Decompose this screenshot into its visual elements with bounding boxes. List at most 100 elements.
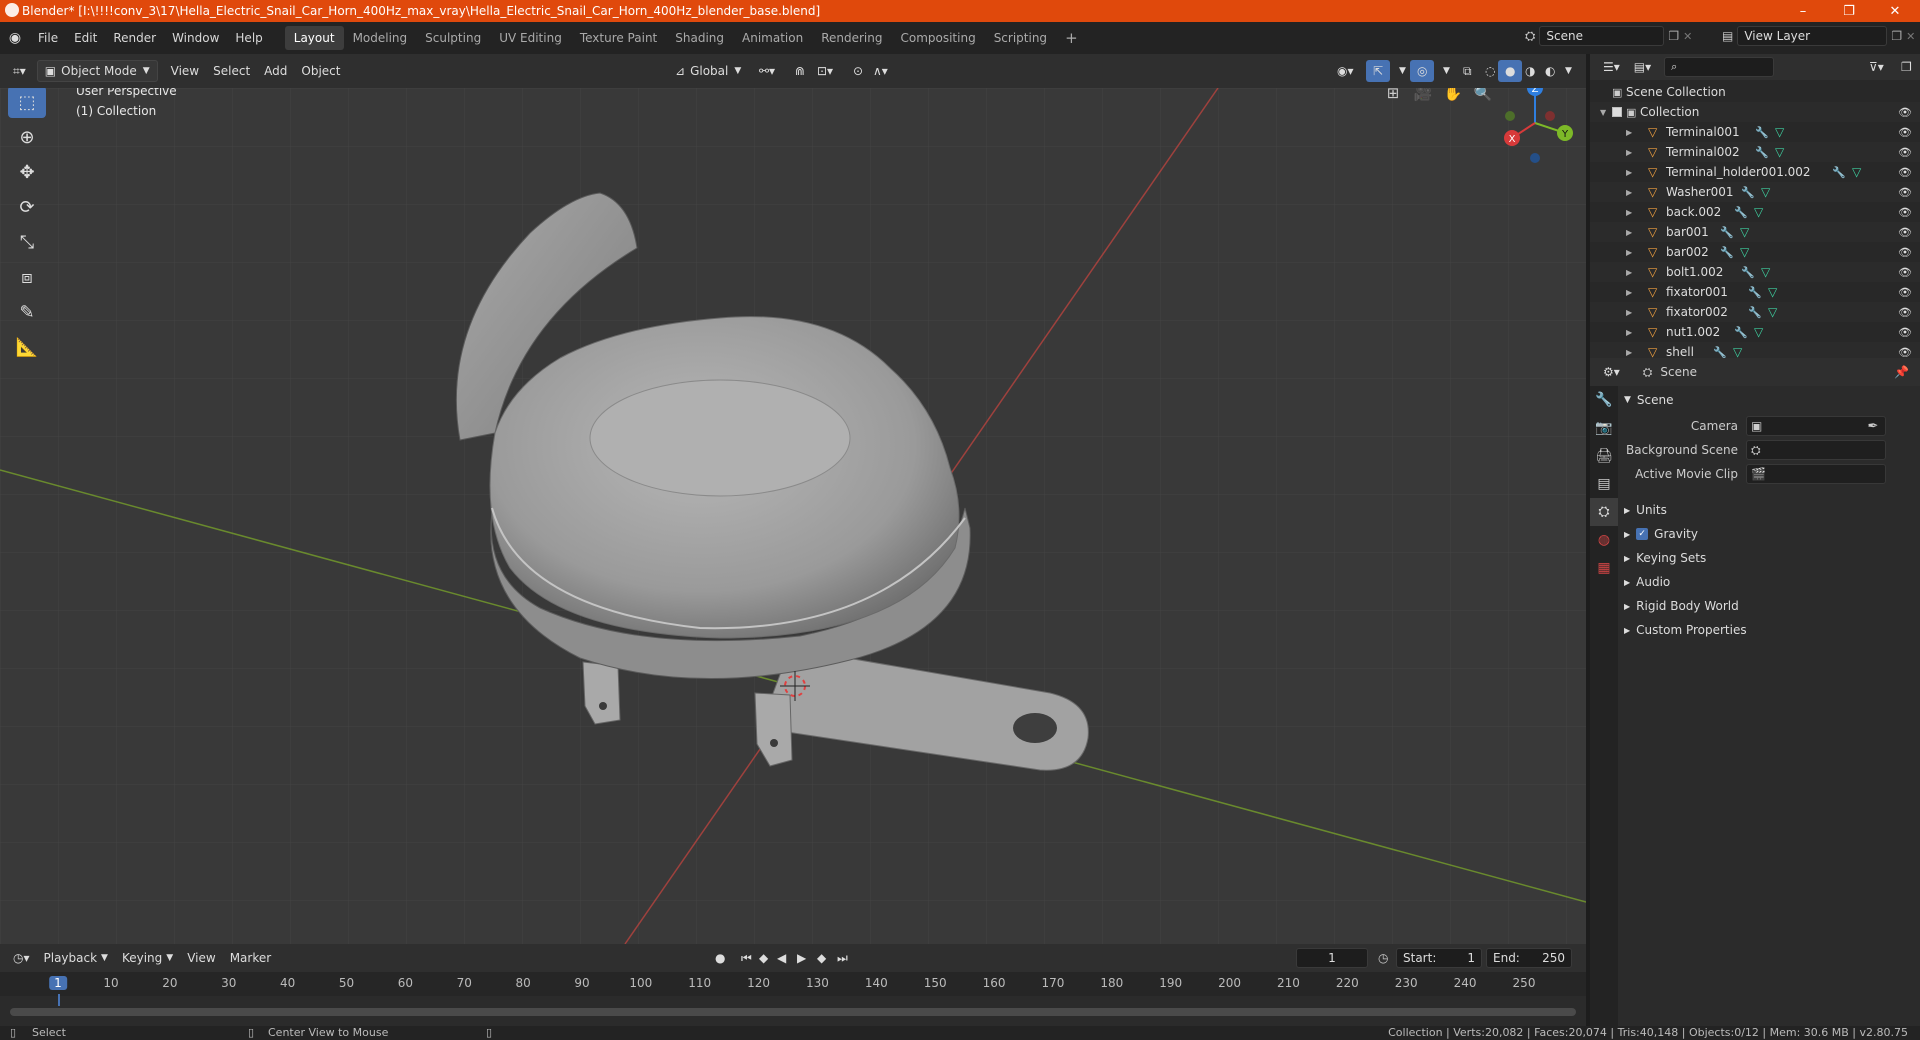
add-workspace-button[interactable]: +: [1056, 26, 1087, 50]
eye-icon[interactable]: 👁: [1898, 186, 1912, 199]
mode-dropdown[interactable]: ▣ Object Mode ▼: [36, 60, 158, 82]
eye-icon[interactable]: 👁: [1898, 126, 1912, 139]
mesh-data-icon[interactable]: ▽: [1754, 205, 1763, 219]
exclude-checkbox[interactable]: [1612, 107, 1622, 117]
units-panel[interactable]: ▶ Units: [1618, 498, 1920, 522]
modifier-icon[interactable]: 🔧: [1741, 186, 1755, 199]
rotate-tool-icon[interactable]: ⟳: [8, 191, 46, 223]
grid-view-icon[interactable]: ⊞: [1380, 88, 1406, 106]
movie-clip-field[interactable]: 🎬: [1746, 464, 1886, 484]
outliner-item[interactable]: ▶ ▽ Terminal_holder001.002 🔧 ▽ 👁: [1590, 162, 1920, 182]
outliner-search-input[interactable]: ⌕: [1664, 57, 1775, 77]
visibility-icon[interactable]: ◉▾: [1330, 60, 1361, 82]
new-view-layer-icon[interactable]: ❐: [1891, 29, 1902, 43]
outliner-item[interactable]: ▶ ▽ fixator001 🔧 ▽ 👁: [1590, 282, 1920, 302]
outliner-item[interactable]: ▶ ▽ nut1.002 🔧 ▽ 👁: [1590, 322, 1920, 342]
menu-select[interactable]: Select: [206, 60, 257, 82]
menu-window[interactable]: Window: [164, 26, 227, 50]
xray-icon[interactable]: ⧉: [1456, 60, 1479, 82]
modifier-icon[interactable]: 🔧: [1748, 286, 1762, 299]
overlay-toggle-icon[interactable]: ◎: [1410, 60, 1435, 82]
render-tab-icon[interactable]: 📷: [1590, 414, 1618, 442]
chevron-right-icon[interactable]: ▶: [1626, 168, 1632, 177]
new-scene-icon[interactable]: ❐: [1668, 29, 1679, 43]
menu-help[interactable]: Help: [227, 26, 270, 50]
chevron-right-icon[interactable]: ▶: [1626, 188, 1632, 197]
chevron-right-icon[interactable]: ▶: [1626, 128, 1632, 137]
chevron-right-icon[interactable]: ▶: [1626, 288, 1632, 297]
outliner-collection[interactable]: ▼ ▣ Collection 👁: [1590, 102, 1920, 122]
chevron-right-icon[interactable]: ▶: [1626, 148, 1632, 157]
close-button[interactable]: ✕: [1872, 0, 1918, 22]
modifier-icon[interactable]: 🔧: [1713, 346, 1727, 359]
eye-icon[interactable]: 👁: [1898, 286, 1912, 299]
tab-compositing[interactable]: Compositing: [891, 26, 984, 50]
scale-tool-icon[interactable]: ⤡: [8, 226, 46, 258]
outliner-item[interactable]: ▶ ▽ Washer001 🔧 ▽ 👁: [1590, 182, 1920, 202]
tool-tab-icon[interactable]: 🔧: [1590, 386, 1618, 414]
clock-icon[interactable]: ◷: [1378, 951, 1388, 965]
delete-scene-icon[interactable]: ✕: [1683, 30, 1692, 43]
view-layer-icon[interactable]: ▤: [1722, 29, 1733, 43]
gravity-panel[interactable]: ▶ ✓ Gravity: [1618, 522, 1920, 546]
filter-icon[interactable]: ⊽▾: [1862, 56, 1891, 78]
audio-panel[interactable]: ▶ Audio: [1618, 570, 1920, 594]
modifier-icon[interactable]: 🔧: [1741, 266, 1755, 279]
overlay-dropdown-icon[interactable]: ▼: [1436, 60, 1457, 82]
tab-texture-paint[interactable]: Texture Paint: [571, 26, 666, 50]
modifier-icon[interactable]: 🔧: [1755, 146, 1769, 159]
scene-tab-icon[interactable]: ⛭: [1590, 498, 1618, 526]
tab-sculpting[interactable]: Sculpting: [416, 26, 490, 50]
timeline-view-menu[interactable]: View: [180, 947, 222, 969]
view-layer-tab-icon[interactable]: ▤: [1590, 470, 1618, 498]
outliner-editor-type-icon[interactable]: ☰▾: [1596, 56, 1627, 78]
eye-icon[interactable]: 👁: [1898, 166, 1912, 179]
pivot-icon[interactable]: ⚯▾: [752, 60, 782, 82]
eyedropper-icon[interactable]: ✒: [1862, 415, 1884, 437]
menu-object[interactable]: Object: [294, 60, 347, 82]
cursor-tool-icon[interactable]: ⊕: [8, 121, 46, 153]
new-collection-icon[interactable]: ❐: [1894, 56, 1919, 78]
chevron-right-icon[interactable]: ▶: [1626, 228, 1632, 237]
falloff-icon[interactable]: ∧▾: [866, 60, 895, 82]
eye-icon[interactable]: 👁: [1898, 326, 1912, 339]
select-box-tool-icon[interactable]: ⬚: [8, 88, 46, 118]
mesh-data-icon[interactable]: ▽: [1733, 345, 1742, 359]
rigid-body-world-panel[interactable]: ▶ Rigid Body World: [1618, 594, 1920, 618]
output-tab-icon[interactable]: 🖨: [1590, 442, 1618, 470]
snap-target-icon[interactable]: ⊡▾: [810, 60, 840, 82]
pin-icon[interactable]: 📌: [1894, 365, 1909, 379]
blender-menu-icon[interactable]: ◉: [0, 30, 30, 46]
delete-view-layer-icon[interactable]: ✕: [1906, 30, 1915, 43]
timeline-ruler[interactable]: 1 10 20 30 40 50 60 70 80 90 100 110 120 130 140 150 160…: [0, 972, 1586, 1006]
outliner-item[interactable]: ▶ ▽ back.002 🔧 ▽ 👁: [1590, 202, 1920, 222]
eye-icon[interactable]: 👁: [1898, 346, 1912, 359]
mesh-data-icon[interactable]: ▽: [1740, 225, 1749, 239]
outliner-item[interactable]: ▶ ▽ fixator002 🔧 ▽ 👁: [1590, 302, 1920, 322]
background-scene-field[interactable]: ⛭: [1746, 440, 1886, 460]
modifier-icon[interactable]: 🔧: [1720, 246, 1734, 259]
tab-uv-editing[interactable]: UV Editing: [490, 26, 571, 50]
orientation-dropdown[interactable]: ⊿ Global ▼: [668, 60, 748, 82]
menu-view[interactable]: View: [164, 60, 206, 82]
scene-selector[interactable]: Scene: [1539, 26, 1665, 46]
mesh-data-icon[interactable]: ▽: [1775, 145, 1784, 159]
move-tool-icon[interactable]: ✥: [8, 156, 46, 188]
view-layer-selector[interactable]: View Layer: [1737, 26, 1888, 46]
scene-panel-header[interactable]: ▼ Scene: [1618, 388, 1920, 412]
mesh-data-icon[interactable]: ▽: [1754, 325, 1763, 339]
annotate-tool-icon[interactable]: ✎: [8, 296, 46, 328]
eye-icon[interactable]: 👁: [1898, 106, 1912, 119]
menu-add[interactable]: Add: [257, 60, 294, 82]
end-frame-field[interactable]: End: 250: [1486, 948, 1572, 968]
tab-shading[interactable]: Shading: [666, 26, 733, 50]
mesh-data-icon[interactable]: ▽: [1761, 185, 1770, 199]
chevron-right-icon[interactable]: ▶: [1626, 328, 1632, 337]
modifier-icon[interactable]: 🔧: [1734, 206, 1748, 219]
transform-tool-icon[interactable]: ⧈: [8, 261, 46, 293]
marker-menu[interactable]: Marker: [223, 947, 278, 969]
measure-tool-icon[interactable]: 📐: [8, 331, 46, 363]
outliner-item[interactable]: ▶ ▽ Terminal001 🔧 ▽ 👁: [1590, 122, 1920, 142]
snap-icon[interactable]: ⋒: [788, 60, 812, 82]
hand-pan-icon[interactable]: ✋: [1440, 88, 1466, 106]
